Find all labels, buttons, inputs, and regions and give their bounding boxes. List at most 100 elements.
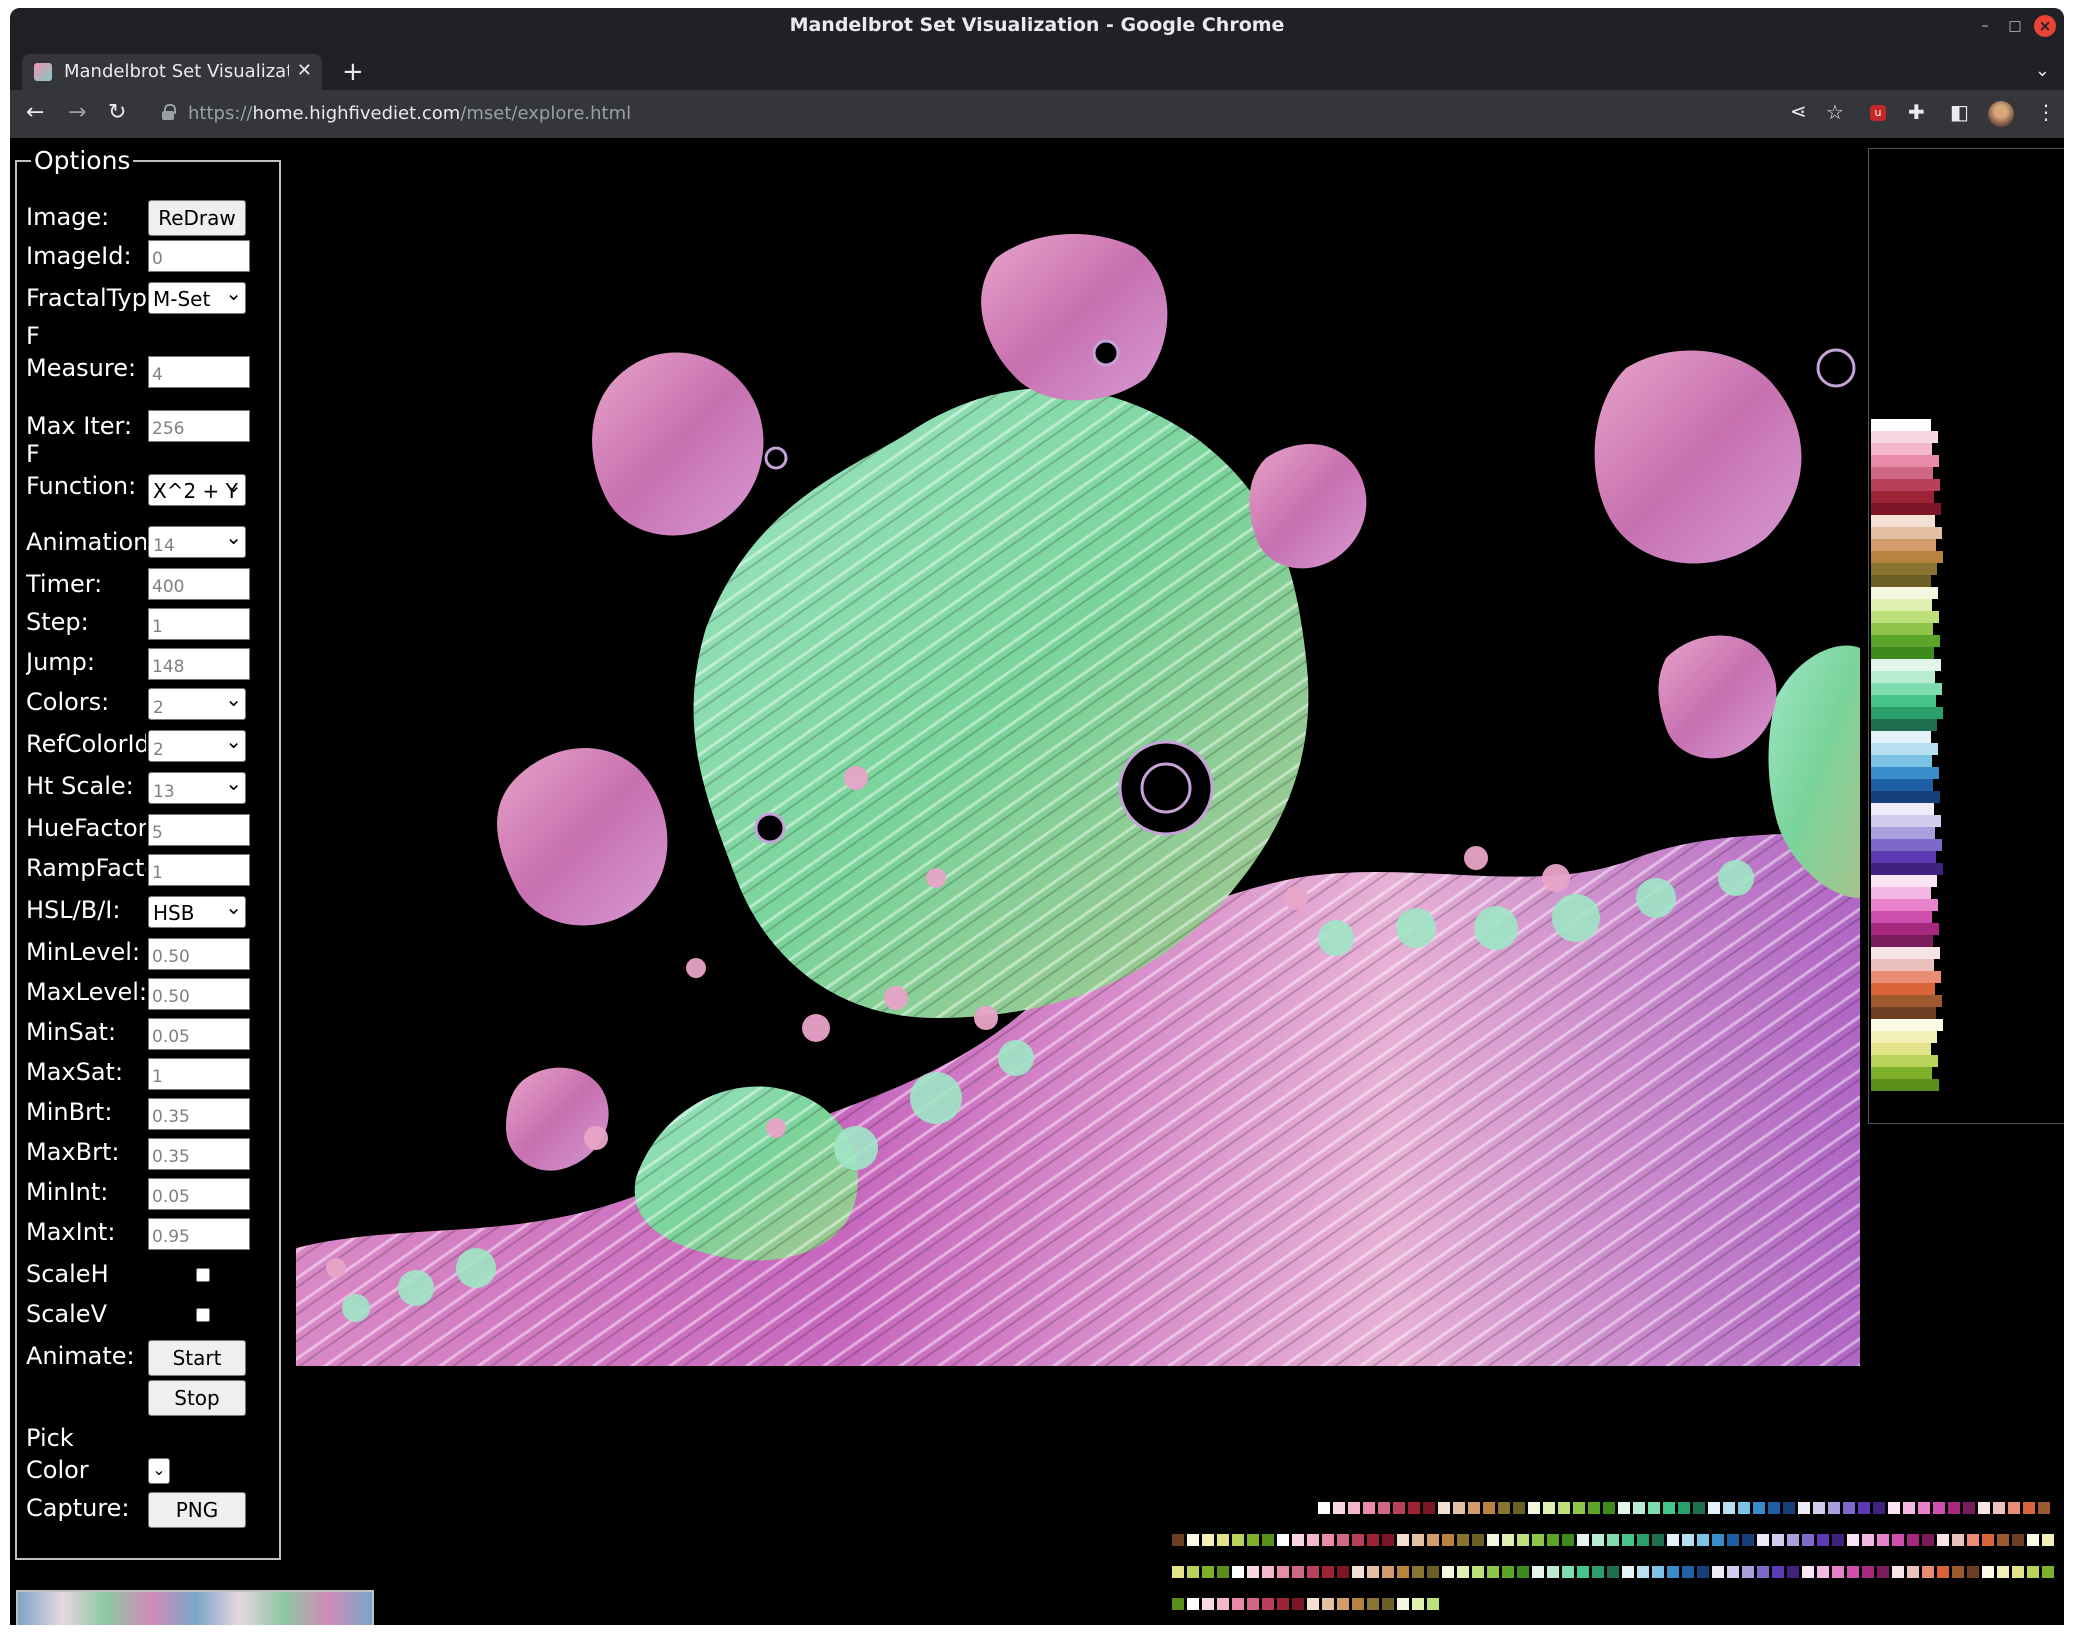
palette-swatch[interactable] — [1903, 1502, 1915, 1514]
palette-swatch[interactable] — [1997, 1534, 2009, 1546]
palette-swatch[interactable] — [1532, 1566, 1544, 1578]
palette-swatch[interactable] — [1292, 1534, 1304, 1546]
palette-swatch[interactable] — [1907, 1566, 1919, 1578]
palette-swatch[interactable] — [1232, 1566, 1244, 1578]
animation-thumbnails[interactable] — [16, 1590, 374, 1625]
palette-swatch[interactable] — [1952, 1534, 1964, 1546]
palette-swatch[interactable] — [1843, 1502, 1855, 1514]
palette-swatch[interactable] — [1948, 1502, 1960, 1514]
palette-swatch[interactable] — [1892, 1566, 1904, 1578]
palette-swatch[interactable] — [1967, 1534, 1979, 1546]
palette-swatch[interactable] — [1352, 1598, 1364, 1610]
palette-swatch[interactable] — [1562, 1534, 1574, 1546]
palette-swatch[interactable] — [2023, 1502, 2035, 1514]
palette-swatch[interactable] — [1952, 1566, 1964, 1578]
palette-swatch[interactable] — [1457, 1534, 1469, 1546]
palette-swatch[interactable] — [1172, 1598, 1184, 1610]
palette-swatch[interactable] — [1427, 1566, 1439, 1578]
palette-swatch[interactable] — [1397, 1534, 1409, 1546]
palette-swatch[interactable] — [1438, 1502, 1450, 1514]
ublock-icon[interactable]: u — [1870, 105, 1886, 121]
palette-swatch[interactable] — [1667, 1534, 1679, 1546]
palette-swatch[interactable] — [1588, 1502, 1600, 1514]
palette-swatch[interactable] — [1712, 1566, 1724, 1578]
palette-swatch[interactable] — [1408, 1502, 1420, 1514]
palette-swatch[interactable] — [1828, 1502, 1840, 1514]
palette-swatch[interactable] — [1423, 1502, 1435, 1514]
palette-swatch[interactable] — [1202, 1598, 1214, 1610]
palette-swatch[interactable] — [1652, 1534, 1664, 1546]
palette-swatch[interactable] — [1847, 1566, 1859, 1578]
palette-swatch[interactable] — [1352, 1566, 1364, 1578]
palette-swatch[interactable] — [1277, 1534, 1289, 1546]
palette-swatch[interactable] — [1697, 1534, 1709, 1546]
palette-swatch[interactable] — [1708, 1502, 1720, 1514]
palette-swatch[interactable] — [1712, 1534, 1724, 1546]
palette-swatch[interactable] — [1907, 1534, 1919, 1546]
palette-swatch[interactable] — [1307, 1534, 1319, 1546]
palette-swatch[interactable] — [1753, 1502, 1765, 1514]
palette-swatch[interactable] — [1963, 1502, 1975, 1514]
palette-swatch[interactable] — [1873, 1502, 1885, 1514]
palette-swatch[interactable] — [1742, 1534, 1754, 1546]
palette-swatch[interactable] — [1367, 1534, 1379, 1546]
palette-swatch[interactable] — [1648, 1502, 1660, 1514]
palette-swatch[interactable] — [1933, 1502, 1945, 1514]
palette-swatch[interactable] — [1472, 1566, 1484, 1578]
palette-swatch[interactable] — [1858, 1502, 1870, 1514]
palette-swatch[interactable] — [1742, 1566, 1754, 1578]
palette-swatch[interactable] — [1292, 1598, 1304, 1610]
palette-swatch[interactable] — [1468, 1502, 1480, 1514]
palette-swatch[interactable] — [1757, 1534, 1769, 1546]
palette-swatch[interactable] — [1783, 1502, 1795, 1514]
palette-swatch[interactable] — [2012, 1566, 2024, 1578]
tab-mandelbrot[interactable]: Mandelbrot Set Visualizat ✕ — [22, 54, 322, 90]
palette-swatch[interactable] — [1442, 1534, 1454, 1546]
bookmark-star-icon[interactable]: ☆ — [1826, 100, 1844, 124]
palette-swatch[interactable] — [1262, 1534, 1274, 1546]
palette-swatch[interactable] — [1382, 1566, 1394, 1578]
palette-swatch[interactable] — [1847, 1534, 1859, 1546]
menu-kebab-icon[interactable]: ⋮ — [2036, 100, 2056, 124]
palette-swatch[interactable] — [1172, 1566, 1184, 1578]
palette-swatch[interactable] — [2027, 1534, 2039, 1546]
palette-swatch[interactable] — [1307, 1566, 1319, 1578]
tab-search-chevron-icon[interactable]: ⌄ — [2035, 60, 2050, 81]
palette-swatch[interactable] — [1982, 1566, 1994, 1578]
palette-swatch[interactable] — [1217, 1566, 1229, 1578]
palette-swatch[interactable] — [2008, 1502, 2020, 1514]
palette-swatch[interactable] — [1217, 1534, 1229, 1546]
palette-swatch[interactable] — [1832, 1534, 1844, 1546]
palette-swatch[interactable] — [1172, 1534, 1184, 1546]
palette-swatch[interactable] — [1543, 1502, 1555, 1514]
forward-icon[interactable]: → — [68, 100, 86, 125]
palette-swatch[interactable] — [1337, 1534, 1349, 1546]
palette-swatch[interactable] — [1738, 1502, 1750, 1514]
palette-swatch[interactable] — [1322, 1534, 1334, 1546]
palette-swatch[interactable] — [1603, 1502, 1615, 1514]
palette-swatch[interactable] — [1667, 1566, 1679, 1578]
palette-swatch[interactable] — [1862, 1566, 1874, 1578]
palette-swatch[interactable] — [1637, 1566, 1649, 1578]
palette-swatch[interactable] — [1772, 1566, 1784, 1578]
palette-swatch[interactable] — [1877, 1534, 1889, 1546]
palette-swatch[interactable] — [1727, 1566, 1739, 1578]
palette-swatch[interactable] — [1202, 1534, 1214, 1546]
palette-swatch[interactable] — [1412, 1566, 1424, 1578]
palette-swatch[interactable] — [1993, 1502, 2005, 1514]
palette-swatch[interactable] — [1607, 1566, 1619, 1578]
palette-swatch[interactable] — [1622, 1534, 1634, 1546]
palette-swatch[interactable] — [1247, 1566, 1259, 1578]
palette-swatch[interactable] — [1292, 1566, 1304, 1578]
palette-swatch[interactable] — [1723, 1502, 1735, 1514]
palette-swatch[interactable] — [1817, 1534, 1829, 1546]
palette-swatch[interactable] — [1307, 1598, 1319, 1610]
palette-swatch[interactable] — [1922, 1534, 1934, 1546]
palette-swatch[interactable] — [1682, 1566, 1694, 1578]
palette-swatch[interactable] — [1262, 1566, 1274, 1578]
palette-swatch[interactable] — [1802, 1534, 1814, 1546]
palette-swatch[interactable] — [1397, 1566, 1409, 1578]
palette-swatch[interactable] — [1232, 1598, 1244, 1610]
palette-swatch[interactable] — [1487, 1534, 1499, 1546]
palette-swatch[interactable] — [1247, 1534, 1259, 1546]
